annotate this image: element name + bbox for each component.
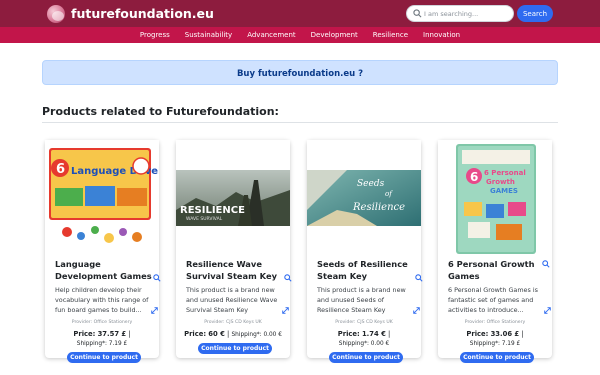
buy-domain-banner[interactable]: Buy futurefoundation.eu ? [42, 60, 558, 85]
buy-domain-label[interactable]: Buy futurefoundation.eu ? [237, 69, 363, 79]
product-provider: Provider: CJS CD Keys UK [335, 320, 393, 325]
product-card: 6 Language Development Language Developm… [45, 140, 161, 363]
nav-item-sustainability[interactable]: Sustainability [185, 27, 232, 43]
site-logo-icon[interactable] [47, 5, 65, 23]
section-divider [42, 122, 558, 123]
box-caption-line3: GAMES [490, 187, 518, 195]
search-box[interactable] [406, 5, 514, 22]
language-games-box-image: 6 Language Development [45, 140, 159, 256]
price-value: 60 € [208, 330, 225, 338]
svg-text:6: 6 [56, 162, 65, 177]
expand-icon[interactable] [282, 307, 289, 314]
resilience-wave-cover-image: RESILIENCE WAVE SURVIVAL [176, 140, 290, 256]
continue-to-product-button[interactable]: Continue to product [460, 352, 534, 363]
product-description: 6 Personal Growth Games is fantastic set… [448, 286, 538, 314]
product-shipping: Shipping*: 0.00 € [231, 332, 282, 338]
product-card: RESILIENCE WAVE SURVIVAL Resilience Wave… [176, 140, 292, 358]
search-input[interactable] [424, 7, 512, 20]
box-caption-line1: 6 Personal [484, 169, 526, 177]
product-price: Price: 37.57 £ | [73, 330, 131, 338]
expand-icon[interactable] [544, 307, 551, 314]
product-description: This product is a brand new and unused R… [186, 286, 278, 314]
product-title[interactable]: 6 Personal Growth Games [448, 258, 546, 282]
seeds-of-resilience-cover-image: Seeds of Resilience [307, 140, 421, 256]
continue-to-product-button[interactable]: Continue to product [67, 352, 141, 363]
cover-caption-text: RESILIENCE [180, 205, 245, 216]
product-price: Price: 60 € | Shipping*: 0.00 € [184, 330, 282, 338]
section-title: Products related to Futurefoundation: [42, 105, 279, 118]
site-title[interactable]: futurefoundation.eu [71, 6, 214, 21]
product-image[interactable]: RESILIENCE WAVE SURVIVAL [176, 140, 290, 256]
expand-icon[interactable] [413, 307, 420, 314]
product-shipping: Shipping*: 0.00 € [338, 341, 390, 347]
nav-item-advancement[interactable]: Advancement [247, 27, 295, 43]
box-caption-line2: Growth [486, 178, 515, 186]
search-icon [413, 9, 422, 18]
product-title[interactable]: Seeds of Resilience Steam Key [317, 258, 415, 282]
price-label: Price: [466, 330, 489, 338]
price-label: Price: [337, 330, 360, 338]
product-card: 6 6 Personal Growth GAMES 6 Personal Gro… [438, 140, 552, 363]
product-description: Help children develop their vocabulary w… [55, 286, 149, 314]
product-image[interactable]: Seeds of Resilience [307, 140, 421, 256]
zoom-icon[interactable] [153, 274, 161, 282]
product-image[interactable]: 6 Language Development [45, 140, 159, 256]
product-price: Price: 33.06 £ | [466, 330, 524, 338]
continue-to-product-button[interactable]: Continue to product [198, 343, 272, 354]
product-title[interactable]: Language Development Games [55, 258, 153, 282]
product-title[interactable]: Resilience Wave Survival Steam Key [186, 258, 284, 282]
nav-item-innovation[interactable]: Innovation [423, 27, 460, 43]
product-shipping: Shipping*: 7.19 £ [469, 341, 521, 347]
cover-caption-line1: Seeds [357, 179, 385, 189]
price-label: Price: [184, 330, 207, 338]
price-value: 33.06 £ [490, 330, 520, 338]
nav-item-development[interactable]: Development [311, 27, 358, 43]
cover-caption-line3: Resilience [352, 202, 405, 213]
svg-text:6: 6 [470, 170, 478, 184]
nav-item-progress[interactable]: Progress [140, 27, 170, 43]
product-shipping: Shipping*: 7.19 £ [76, 341, 128, 347]
search-button[interactable]: Search [517, 5, 553, 22]
continue-to-product-button[interactable]: Continue to product [329, 352, 403, 363]
zoom-icon[interactable] [542, 260, 550, 268]
expand-icon[interactable] [151, 307, 158, 314]
top-bar: futurefoundation.eu Search [0, 0, 600, 27]
product-provider: Provider: CJS CD Keys UK [204, 320, 262, 325]
product-description: This product is a brand new and unused S… [317, 286, 406, 314]
category-navbar: Progress Sustainability Advancement Deve… [0, 27, 600, 43]
nav-item-resilience[interactable]: Resilience [373, 27, 408, 43]
product-card: Seeds of Resilience Seeds of Resilience … [307, 140, 423, 363]
zoom-icon[interactable] [415, 274, 423, 282]
price-label: Price: [73, 330, 96, 338]
cover-subcaption-text: WAVE SURVIVAL [186, 216, 223, 222]
zoom-icon[interactable] [284, 274, 292, 282]
price-value: 37.57 £ [97, 330, 127, 338]
product-image[interactable]: 6 6 Personal Growth GAMES [438, 140, 552, 256]
product-provider: Provider: Office Stationery [464, 320, 526, 325]
nav-items: Progress Sustainability Advancement Deve… [0, 27, 600, 43]
product-price: Price: 1.74 € | [337, 330, 391, 338]
product-provider: Provider: Office Stationery [71, 320, 133, 325]
price-value: 1.74 € [361, 330, 386, 338]
personal-growth-games-box-image: 6 6 Personal Growth GAMES [438, 140, 552, 256]
